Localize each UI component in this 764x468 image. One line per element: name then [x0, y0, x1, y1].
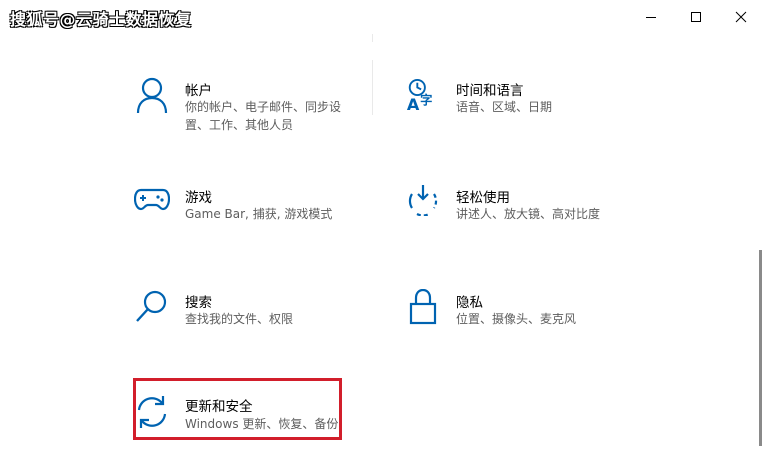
maximize-icon — [691, 12, 701, 22]
minimize-button[interactable] — [628, 0, 674, 34]
settings-tile-ease-of-access[interactable]: 轻松使用 讲述人、放大镜、高对比度 — [405, 184, 635, 234]
close-button[interactable] — [718, 0, 764, 34]
ease-of-access-icon — [405, 184, 441, 224]
tile-title: 游戏 — [185, 190, 212, 206]
tile-title: 隐私 — [456, 295, 483, 311]
gamepad-icon — [134, 184, 170, 224]
title-bar: 搜狐号@云骑士数据恢复 — [0, 0, 764, 34]
svg-text:字: 字 — [420, 93, 432, 108]
tile-description: 讲述人、放大镜、高对比度 — [456, 207, 601, 221]
magnifier-icon — [134, 289, 170, 329]
lock-icon — [405, 289, 441, 329]
highlight-box — [133, 378, 342, 440]
tile-title: 时间和语言 — [456, 83, 524, 99]
tile-description: 你的帐户、电子邮件、同步设 置、工作、其他人员 — [185, 100, 342, 132]
tile-description: 语音、区域、日期 — [456, 100, 553, 114]
svg-text:A: A — [407, 95, 420, 114]
maximize-button[interactable] — [673, 0, 719, 34]
close-icon — [735, 11, 747, 23]
settings-tile-gaming[interactable]: 游戏 Game Bar, 捕获, 游戏模式 — [134, 184, 364, 234]
vertical-scrollbar[interactable] — [759, 250, 762, 446]
settings-tile-time-language[interactable]: A 字 时间和语言 语音、区域、日期 — [405, 77, 635, 127]
tile-title: 轻松使用 — [456, 190, 510, 206]
time-language-icon: A 字 — [405, 77, 441, 117]
settings-tile-search[interactable]: 搜索 查找我的文件、权限 — [134, 289, 364, 339]
settings-tile-privacy[interactable]: 隐私 位置、摄像头、麦克风 — [405, 289, 635, 339]
tile-title: 帐户 — [185, 83, 212, 99]
tile-description: 位置、摄像头、麦克风 — [456, 312, 577, 326]
card-divider — [372, 60, 373, 115]
person-icon — [134, 77, 170, 117]
tile-description: 查找我的文件、权限 — [185, 312, 294, 326]
tile-description: Game Bar, 捕获, 游戏模式 — [185, 207, 333, 221]
watermark-text: 搜狐号@云骑士数据恢复 — [10, 10, 192, 29]
card-divider — [372, 34, 373, 42]
tile-title: 搜索 — [185, 295, 212, 311]
minimize-icon — [646, 17, 656, 18]
settings-tile-accounts[interactable]: 帐户 你的帐户、电子邮件、同步设 置、工作、其他人员 — [134, 77, 364, 137]
